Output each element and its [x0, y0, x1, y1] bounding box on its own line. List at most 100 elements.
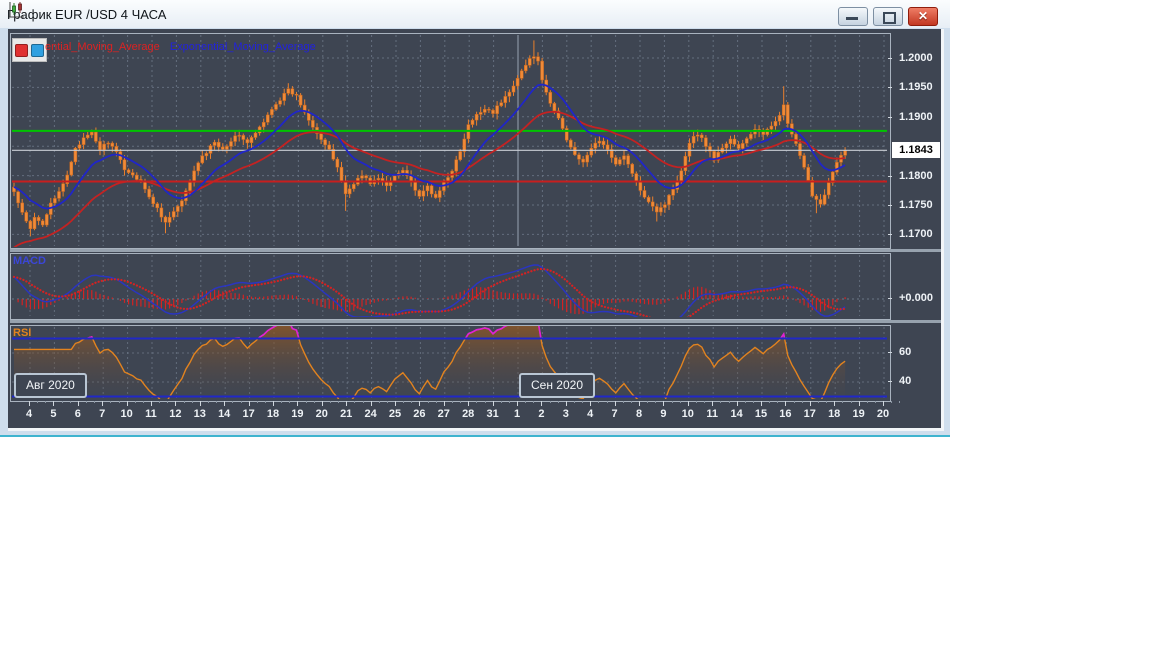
- time-label: 6: [74, 408, 81, 420]
- time-minor-tick: [695, 401, 697, 403]
- time-minor-tick: [793, 401, 795, 403]
- rsi-canvas: [12, 326, 887, 399]
- time-tick: [102, 401, 104, 406]
- close-icon: ✕: [917, 9, 929, 23]
- time-minor-tick: [842, 401, 844, 403]
- time-label: 16: [779, 408, 792, 420]
- panel-splitter[interactable]: [10, 320, 941, 323]
- time-tick: [199, 401, 201, 406]
- time-label: 19: [852, 408, 865, 420]
- time-minor-tick: [525, 401, 527, 403]
- time-axis[interactable]: 4 5 6 7 10 11 12 13 14 17 18 19 20 21 24 25 26 27 28 31 1 2 3 4…: [10, 401, 941, 428]
- red-indicator-button[interactable]: [15, 43, 28, 57]
- time-label: 5: [50, 408, 57, 420]
- time-minor-tick: [752, 401, 754, 403]
- panel-splitter[interactable]: [10, 249, 941, 252]
- minimize-button[interactable]: [838, 7, 868, 26]
- time-label: 17: [803, 408, 816, 420]
- time-tick: [492, 401, 494, 406]
- price-axis[interactable]: 1.2000 1.1950 1.1900 1.1800 1.1750 1.1700 1.18…: [888, 29, 941, 401]
- time-minor-tick: [720, 401, 722, 403]
- time-minor-tick: [874, 401, 876, 403]
- time-minor-tick: [313, 401, 315, 403]
- price-label: 1.2000: [899, 52, 933, 64]
- time-tick: [224, 401, 226, 406]
- time-label: 17: [242, 408, 255, 420]
- time-minor-tick: [378, 401, 380, 403]
- time-tick: [712, 401, 714, 406]
- macd-panel[interactable]: [10, 253, 891, 320]
- time-minor-tick: [533, 401, 535, 403]
- rsi-label: RSI: [13, 327, 32, 339]
- time-tick: [883, 401, 884, 406]
- time-minor-tick: [134, 401, 136, 403]
- time-tick: [468, 401, 470, 406]
- title-bar[interactable]: График EUR /USD 4 ЧАСА ✕: [0, 0, 950, 28]
- window-controls: ✕: [838, 7, 938, 26]
- time-tick: [443, 401, 445, 406]
- current-price-box: 1.1843: [892, 142, 940, 159]
- time-label: 27: [437, 408, 450, 420]
- time-minor-tick: [671, 401, 673, 403]
- price-label: 1.1900: [899, 110, 933, 123]
- rsi-label-val: 60: [899, 346, 912, 358]
- window-title: График EUR /USD 4 ЧАСА: [7, 6, 167, 22]
- price-tick: [888, 116, 892, 118]
- time-minor-tick: [289, 401, 291, 403]
- time-tick: [590, 401, 592, 406]
- rsi-panel[interactable]: [10, 325, 891, 402]
- time-minor-tick: [557, 401, 559, 403]
- time-tick: [346, 401, 348, 406]
- price-tick: [888, 87, 892, 89]
- time-label: 14: [730, 408, 743, 420]
- time-minor-tick: [329, 401, 331, 403]
- time-minor-tick: [354, 401, 356, 403]
- price-label: 1.1750: [899, 199, 933, 211]
- time-minor-tick: [216, 401, 218, 403]
- time-minor-tick: [85, 401, 87, 403]
- time-minor-tick: [37, 401, 39, 403]
- time-tick: [370, 401, 372, 406]
- time-minor-tick: [484, 401, 486, 403]
- time-label: 13: [193, 408, 206, 420]
- time-minor-tick: [728, 401, 730, 403]
- price-tick: [888, 234, 892, 236]
- time-minor-tick: [362, 401, 364, 403]
- price-panel[interactable]: [10, 33, 891, 249]
- time-tick: [151, 401, 152, 406]
- time-minor-tick: [598, 401, 600, 403]
- time-minor-tick: [549, 401, 551, 403]
- time-minor-tick: [435, 401, 437, 403]
- time-tick: [858, 401, 860, 406]
- time-tick: [639, 401, 640, 406]
- time-minor-tick: [338, 401, 340, 403]
- time-label: 2: [538, 408, 545, 420]
- blue-indicator-button[interactable]: [31, 43, 44, 57]
- restore-button[interactable]: [873, 7, 903, 26]
- time-label: 14: [218, 408, 231, 420]
- time-minor-tick: [630, 401, 632, 403]
- indicator-legend: ential_Moving_Average Exponential_Moving…: [45, 41, 316, 53]
- time-minor-tick: [305, 401, 307, 403]
- chart-client-area: 4 5 6 7 10 11 12 13 14 17 18 19 20 21 24 25 26 27 28 31 1 2 3 4…: [8, 29, 944, 431]
- price-tick: [888, 175, 892, 177]
- price-label: 1.1800: [899, 169, 933, 182]
- time-tick: [541, 401, 543, 406]
- time-tick: [321, 401, 323, 406]
- close-button[interactable]: ✕: [908, 7, 938, 26]
- time-label: 7: [611, 408, 618, 420]
- time-label: 18: [828, 408, 841, 420]
- time-tick: [77, 401, 79, 406]
- time-minor-tick: [582, 401, 584, 403]
- desktop: { "window": { "title": "График EUR /USD …: [0, 0, 1152, 648]
- time-label: 20: [315, 408, 328, 420]
- time-minor-tick: [110, 401, 112, 403]
- time-tick: [834, 401, 836, 406]
- time-label: 1: [513, 408, 521, 420]
- time-minor-tick: [411, 401, 413, 403]
- time-minor-tick: [679, 401, 681, 403]
- time-tick: [297, 401, 299, 406]
- ema-red-legend: ential_Moving_Average: [45, 41, 160, 53]
- ema-blue-legend: Exponential_Moving_Average: [169, 41, 316, 53]
- time-tick: [29, 401, 30, 406]
